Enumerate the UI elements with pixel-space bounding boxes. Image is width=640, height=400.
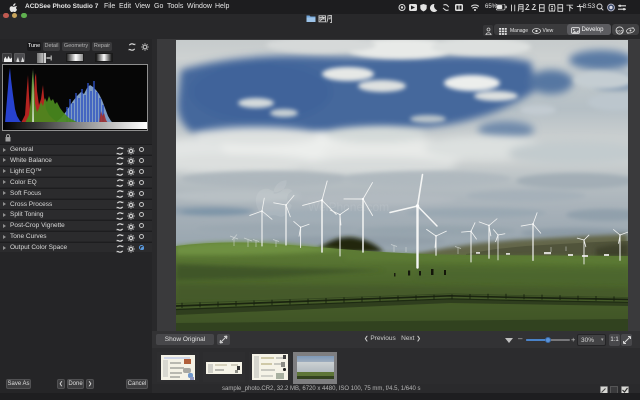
svg-text:365: 365 [616,28,623,33]
